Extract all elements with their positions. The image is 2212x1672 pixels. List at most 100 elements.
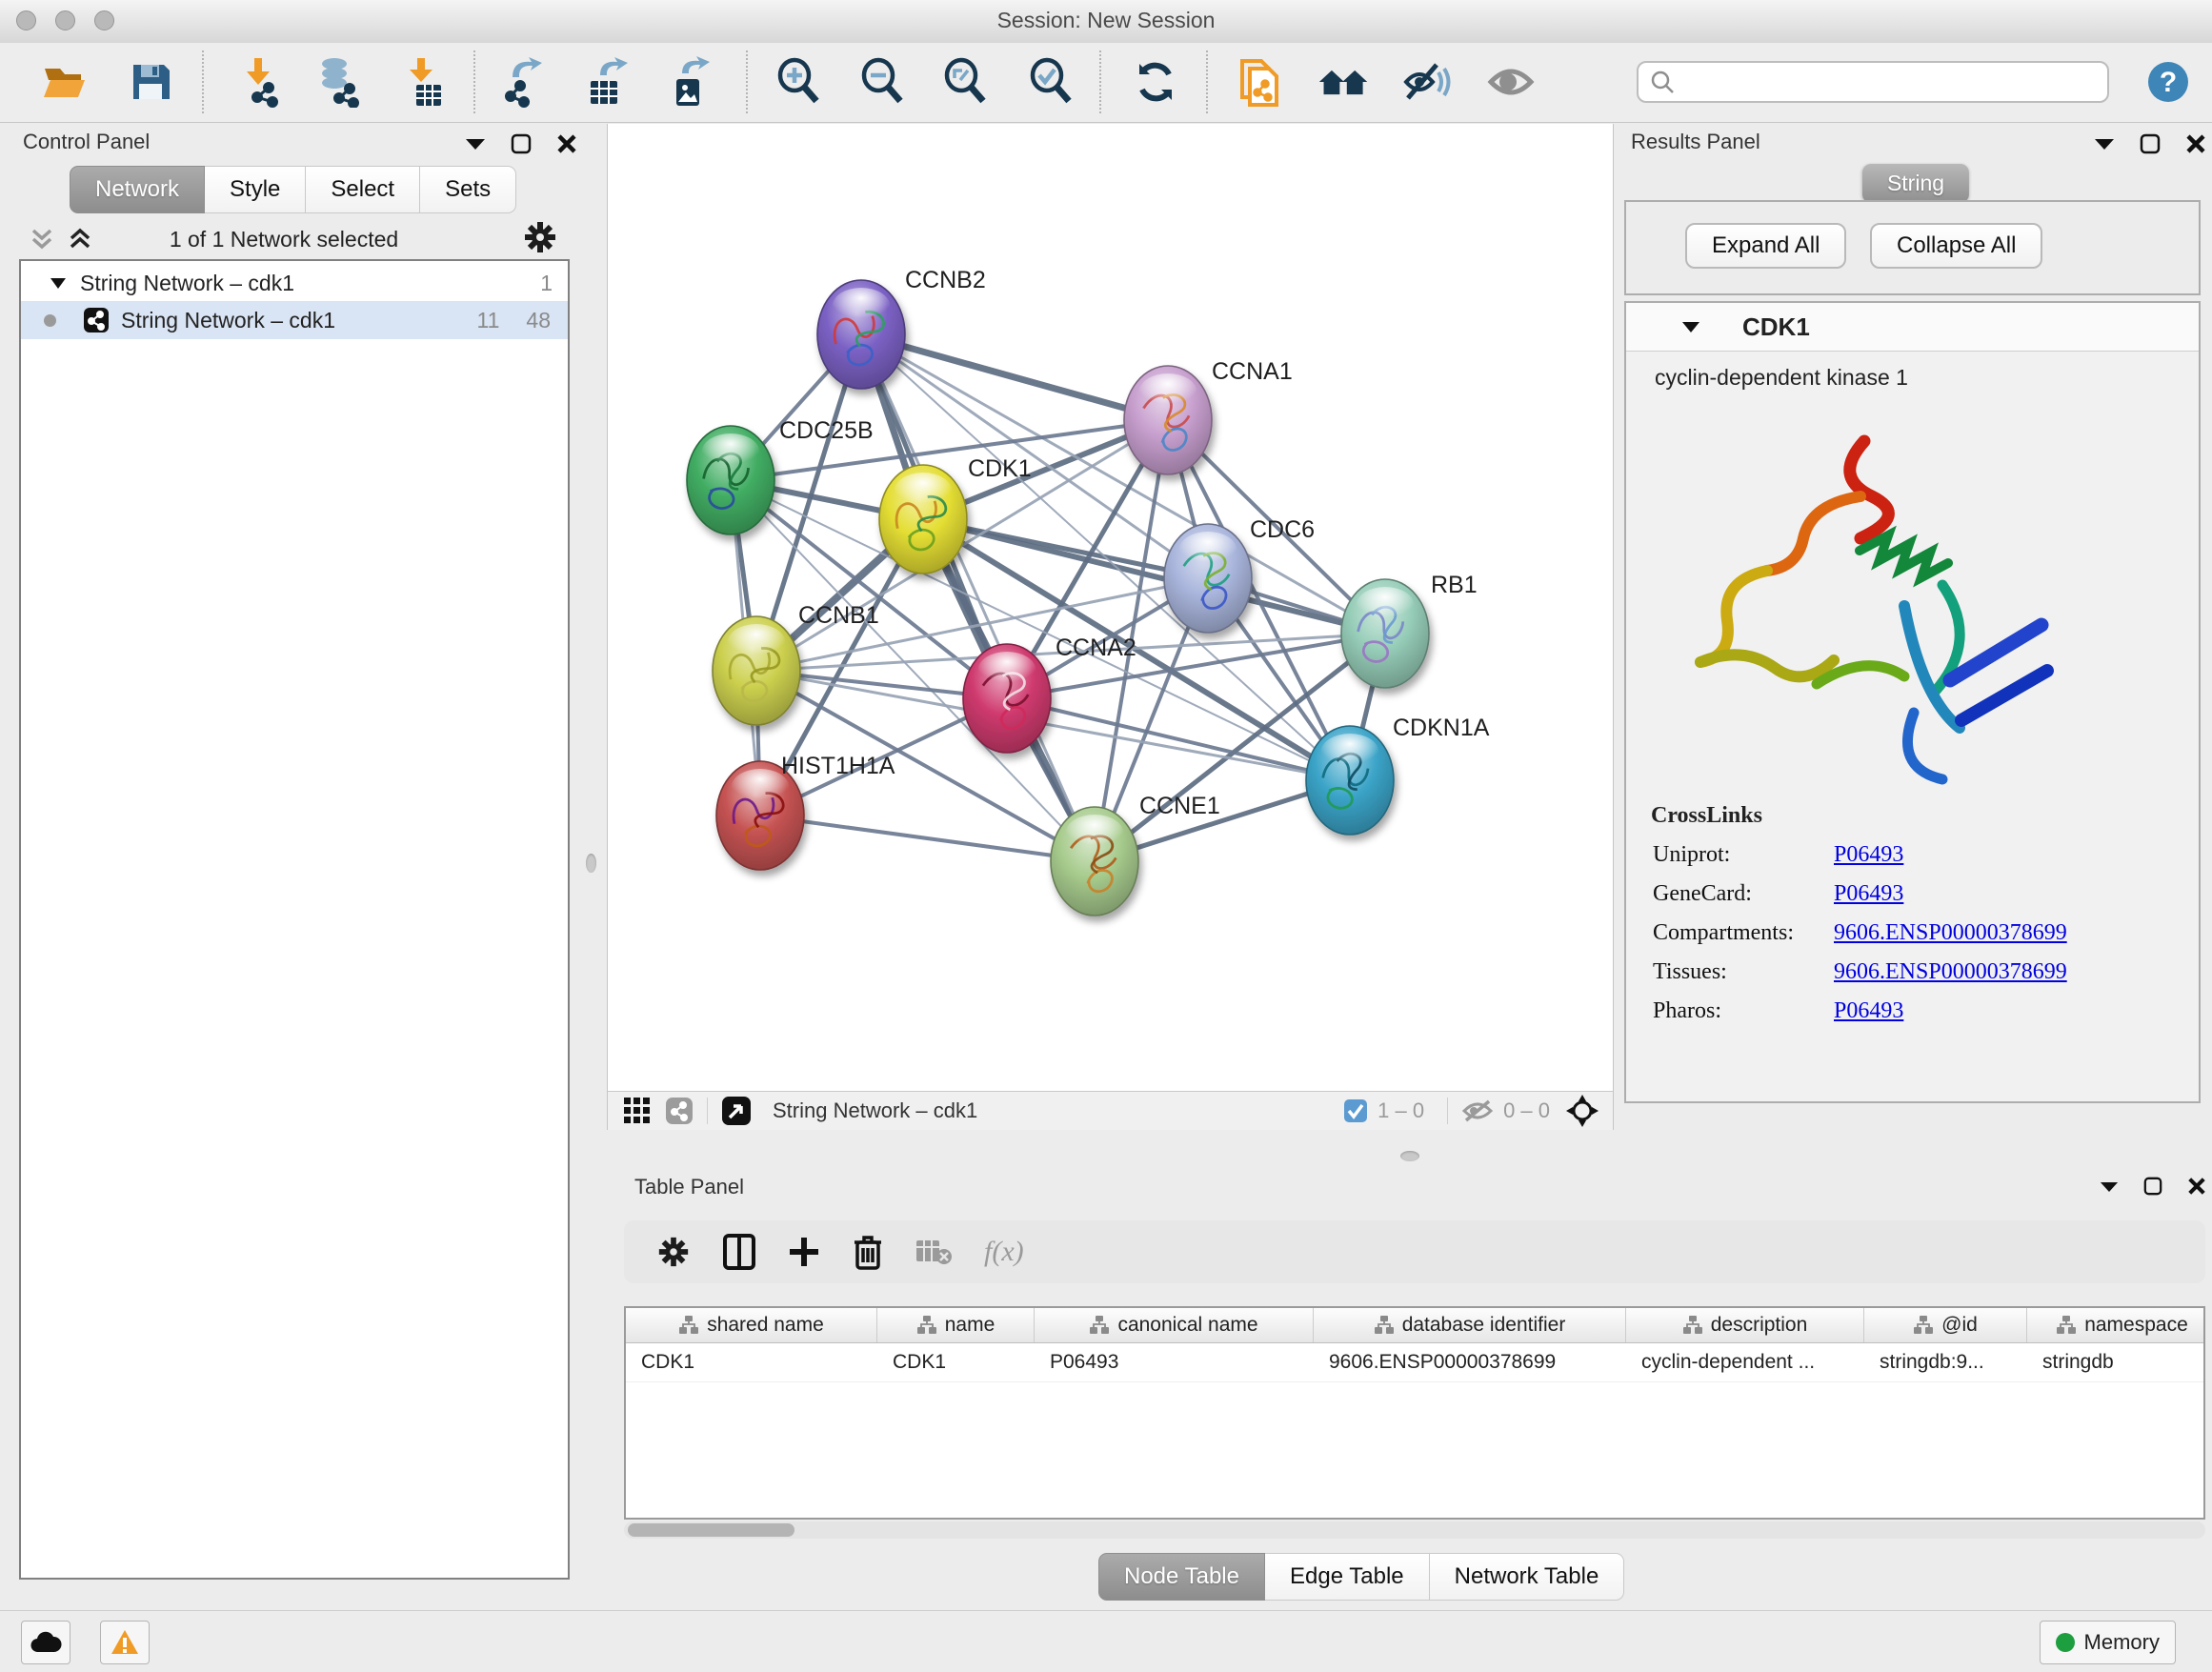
search-input[interactable] (1682, 69, 2107, 95)
add-column-icon[interactable] (788, 1236, 820, 1268)
delete-table-icon[interactable] (915, 1238, 952, 1266)
crosslink-link[interactable]: 9606.ENSP00000378699 (1834, 920, 2067, 946)
tab-sets[interactable]: Sets (420, 166, 516, 213)
zoom-fit-icon[interactable] (938, 55, 992, 109)
network-options-gear-icon[interactable] (522, 219, 558, 260)
warnings-button[interactable] (100, 1621, 150, 1664)
export-network-icon[interactable] (496, 55, 550, 109)
network-row-selected[interactable]: String Network – cdk1 11 48 (21, 301, 568, 339)
table-settings-gear-icon[interactable] (656, 1235, 691, 1269)
crosslink-link[interactable]: P06493 (1834, 842, 1903, 868)
crosslink-link[interactable]: P06493 (1834, 881, 1903, 907)
tab-string[interactable]: String (1862, 164, 1969, 203)
import-network-file-icon[interactable] (231, 55, 285, 109)
crosslink-link[interactable]: 9606.ENSP00000378699 (1834, 959, 2067, 985)
collapse-all-button[interactable]: Collapse All (1870, 223, 2042, 269)
node-label-HIST1H1A: HIST1H1A (781, 753, 895, 779)
table-row[interactable]: CDK1CDK1P064939606.ENSP00000378699cyclin… (626, 1343, 2203, 1382)
panel-menu-icon[interactable] (2094, 137, 2115, 151)
network-edge-HIST1H1A-CCNE1[interactable] (760, 816, 1095, 861)
zoom-in-icon[interactable] (772, 55, 825, 109)
network-edge-CCNB2-CCNE1[interactable] (861, 334, 1095, 861)
network-node-CDK1[interactable] (879, 465, 967, 574)
export-image-icon[interactable] (662, 55, 715, 109)
cytoscape-window: { "window": {"title": "Session: New Sess… (0, 0, 2212, 1671)
network-node-CDC6[interactable] (1164, 524, 1252, 633)
panel-menu-icon[interactable] (2100, 1180, 2119, 1193)
help-icon[interactable]: ? (2142, 55, 2195, 109)
open-session-icon[interactable] (38, 55, 91, 109)
network-edge-CDK1-RB1[interactable] (923, 519, 1385, 634)
zoom-out-icon[interactable] (855, 55, 909, 109)
panel-menu-icon[interactable] (465, 137, 486, 151)
tab-style[interactable]: Style (205, 166, 306, 213)
tab-network[interactable]: Network (70, 166, 205, 213)
tab-edge-table[interactable]: Edge Table (1265, 1553, 1430, 1601)
show-columns-icon[interactable] (723, 1234, 755, 1270)
panel-float-icon[interactable] (511, 133, 532, 154)
panel-float-icon[interactable] (2143, 1177, 2162, 1196)
network-canvas[interactable]: CCNB2CCNA1CDC25BCDK1CDC6RB1CCNB1CCNA2CDK… (608, 124, 1613, 1092)
crosslink-link[interactable]: P06493 (1834, 998, 1903, 1024)
search-box[interactable] (1637, 61, 2109, 103)
first-neighbors-icon[interactable] (1317, 55, 1371, 109)
network-node-CCNB2[interactable] (817, 280, 905, 389)
tab-network-table[interactable]: Network Table (1430, 1553, 1625, 1601)
refresh-layout-icon[interactable] (1129, 55, 1182, 109)
control-panel-tabs: NetworkStyleSelectSets (70, 166, 516, 213)
tab-select[interactable]: Select (306, 166, 420, 213)
network-collection-row[interactable]: String Network – cdk1 1 (21, 265, 568, 301)
protein-section-header[interactable]: CDK1 (1626, 303, 2199, 352)
zoom-selected-icon[interactable] (1024, 55, 1077, 109)
toolbar-separator (1206, 50, 1208, 113)
search-icon (1650, 70, 1675, 94)
panel-close-icon[interactable] (2185, 133, 2206, 154)
memory-button[interactable]: Memory (2040, 1621, 2176, 1664)
network-view-mode-icon[interactable] (665, 1097, 694, 1125)
column-header-name[interactable]: name (877, 1308, 1035, 1342)
panel-float-icon[interactable] (2140, 133, 2161, 154)
save-session-icon[interactable] (124, 55, 177, 109)
tab-node-table[interactable]: Node Table (1098, 1553, 1265, 1601)
import-network-database-icon[interactable] (312, 55, 365, 109)
section-collapse-icon[interactable] (1681, 321, 1700, 333)
delete-column-icon[interactable] (853, 1234, 883, 1270)
network-node-CCNA2[interactable] (963, 644, 1051, 753)
fit-selected-crosshair-icon[interactable] (1565, 1094, 1599, 1128)
column-header-canonical-name[interactable]: canonical name (1035, 1308, 1314, 1342)
import-table-file-icon[interactable] (396, 55, 450, 109)
network-node-CCNA1[interactable] (1124, 366, 1212, 474)
birdseye-toggle-icon[interactable] (721, 1096, 752, 1126)
network-node-RB1[interactable] (1341, 579, 1429, 688)
grid-mode-icon[interactable] (623, 1097, 652, 1125)
panel-close-icon[interactable] (556, 133, 577, 154)
scrollbar-thumb[interactable] (628, 1523, 794, 1537)
network-selection-status: 1 of 1 Network selected (8, 227, 560, 252)
show-all-icon[interactable] (1484, 55, 1538, 109)
network-node-CCNE1[interactable] (1051, 807, 1138, 916)
column-header-shared-name[interactable]: shared name (626, 1308, 877, 1342)
column-header-description[interactable]: description (1626, 1308, 1864, 1342)
expand-all-button[interactable]: Expand All (1685, 223, 1846, 269)
left-splitter-handle[interactable] (586, 854, 596, 873)
network-node-CCNB1[interactable] (713, 616, 800, 725)
selected-checkbox-icon[interactable] (1343, 1098, 1368, 1123)
bottom-splitter-handle[interactable] (1400, 1151, 1419, 1161)
network-node-CDKN1A[interactable] (1306, 726, 1394, 835)
panel-close-icon[interactable] (2187, 1177, 2206, 1196)
network-edge-CDKN1A-CCNA2[interactable] (1007, 698, 1350, 780)
column-header--id[interactable]: @id (1864, 1308, 2027, 1342)
cloud-status-button[interactable] (21, 1621, 70, 1664)
hide-selection-icon[interactable] (1401, 55, 1455, 109)
table-cell: P06493 (1035, 1343, 1314, 1381)
node-table[interactable]: shared namenamecanonical namedatabase id… (624, 1306, 2205, 1520)
table-horizontal-scrollbar[interactable] (624, 1521, 2205, 1539)
collapse-arrow-icon[interactable] (50, 277, 67, 290)
function-builder-icon[interactable]: f(x) (984, 1236, 1024, 1268)
new-network-from-selection-icon[interactable] (1233, 55, 1286, 109)
column-header-namespace[interactable]: namespace (2027, 1308, 2205, 1342)
network-node-CDC25B[interactable] (687, 426, 774, 534)
column-header-database-identifier[interactable]: database identifier (1314, 1308, 1626, 1342)
export-table-icon[interactable] (580, 55, 633, 109)
toolbar-separator (473, 50, 475, 113)
